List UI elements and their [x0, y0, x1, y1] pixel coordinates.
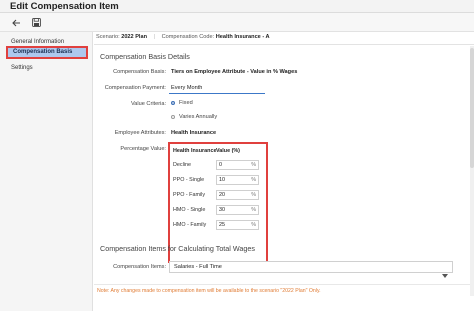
tier-value: 0: [219, 162, 222, 168]
table-row: PPO - Family 20%: [173, 190, 263, 201]
compensation-items-value: Salaries - Full Time: [174, 264, 222, 270]
percent-unit: %: [251, 192, 256, 198]
table-row: HMO - Single 30%: [173, 205, 263, 216]
table-header-health-insurance: Health Insurance: [173, 148, 217, 154]
tier-name: PPO - Family: [173, 192, 206, 198]
wages-section-title: Compensation Items for Calculating Total…: [100, 244, 256, 253]
table-row: HMO - Family 25%: [173, 220, 263, 231]
radio-fixed-label: Fixed: [179, 100, 193, 106]
criteria-label: Value Criteria:: [130, 101, 166, 107]
radio-varies-annually[interactable]: Varies Annually: [171, 114, 217, 120]
tier-value-input[interactable]: 10%: [216, 175, 259, 185]
scrollbar[interactable]: [470, 46, 474, 296]
tier-value: 10: [219, 177, 225, 183]
toolbar: [0, 13, 474, 32]
tier-value-input[interactable]: 0%: [216, 160, 259, 170]
compensation-items-select[interactable]: Salaries - Full Time: [169, 261, 453, 278]
scenario-label: Scenario:: [96, 34, 120, 40]
tier-value-input[interactable]: 20%: [216, 190, 259, 200]
tier-name: Decline: [173, 162, 191, 168]
code-label: Compensation Code:: [161, 34, 215, 40]
divider: [94, 284, 474, 285]
tier-name: HMO - Family: [173, 222, 207, 228]
scenario-note: Note: Any changes made to compensation i…: [97, 288, 321, 294]
attributes-label: Employee Attributes:: [114, 130, 166, 136]
scrollbar-thumb[interactable]: [470, 48, 474, 168]
table-row: Decline 0%: [173, 160, 263, 171]
tier-value-input[interactable]: 25%: [216, 220, 259, 230]
percent-unit: %: [251, 207, 256, 213]
attributes-value: Health Insurance: [171, 130, 217, 136]
breadcrumb: Scenario: 2022 Plan | Compensation Code:…: [96, 34, 270, 40]
payment-field[interactable]: Every Month: [169, 84, 265, 94]
basis-value: Tiers on Employee Attribute - Value in %…: [171, 69, 298, 75]
items-label: Compensation Items:: [113, 264, 166, 270]
basis-section-title: Compensation Basis Details: [100, 52, 190, 61]
tier-name: PPO - Single: [173, 177, 205, 183]
sidebar-item-compensation-basis[interactable]: Compensation Basis: [6, 46, 88, 59]
radio-fixed[interactable]: Fixed: [171, 100, 193, 106]
percent-unit: %: [251, 177, 256, 183]
table-row: PPO - Single 10%: [173, 175, 263, 186]
scenario-value: 2022 Plan: [121, 34, 148, 40]
tier-value: 20: [219, 192, 225, 198]
tier-value-input[interactable]: 30%: [216, 205, 259, 215]
tier-value: 30: [219, 207, 225, 213]
main-content: Scenario: 2022 Plan | Compensation Code:…: [94, 32, 474, 311]
sidebar: General Information Compensation Basis S…: [0, 32, 93, 311]
table-header-value: Value (%): [216, 148, 240, 154]
basis-label: Compensation Basis:: [113, 69, 166, 75]
tier-name: HMO - Single: [173, 207, 206, 213]
radio-varies-indicator[interactable]: [171, 115, 175, 119]
chevron-down-icon[interactable]: [442, 265, 448, 283]
percentage-label: Percentage Value:: [120, 146, 166, 152]
radio-fixed-indicator[interactable]: [171, 101, 175, 105]
save-icon[interactable]: [29, 16, 43, 29]
tier-value: 25: [219, 222, 225, 228]
title-bar: Edit Compensation Item: [0, 0, 474, 13]
percent-unit: %: [251, 162, 256, 168]
divider: [94, 44, 474, 45]
sidebar-item-settings[interactable]: Settings: [6, 62, 88, 75]
percent-unit: %: [251, 222, 256, 228]
window-title: Edit Compensation Item: [10, 1, 119, 12]
breadcrumb-separator: |: [153, 34, 156, 40]
payment-label: Compensation Payment:: [104, 85, 166, 91]
code-value: Health Insurance - A: [215, 34, 270, 40]
radio-varies-label: Varies Annually: [179, 114, 218, 120]
back-arrow-icon[interactable]: [9, 16, 23, 29]
